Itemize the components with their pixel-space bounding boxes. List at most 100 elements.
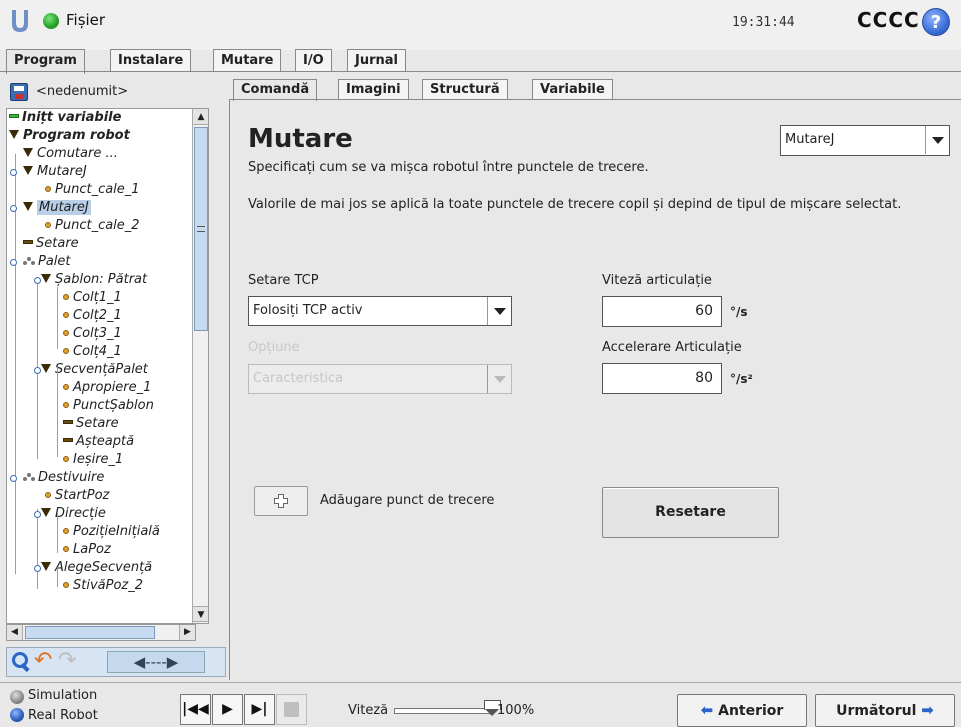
tree-node-21[interactable]: StartPoz bbox=[45, 487, 109, 505]
tree-node-6[interactable]: Punct_cale_2 bbox=[45, 217, 140, 235]
expand-toggle-icon[interactable] bbox=[34, 367, 41, 374]
tree-node-0[interactable]: Inițt variabile bbox=[9, 109, 121, 127]
tab-command[interactable]: Comandă bbox=[233, 79, 318, 101]
chevron-down-icon bbox=[487, 365, 511, 393]
tree-node-label: LaPoz bbox=[73, 542, 111, 557]
scroll-thumb-horizontal[interactable] bbox=[25, 626, 155, 639]
motion-type-select[interactable]: MutareJ bbox=[780, 125, 950, 156]
chevron-down-icon bbox=[925, 126, 949, 154]
tree-node-7[interactable]: Setare bbox=[23, 235, 79, 253]
step-button[interactable]: ▶| bbox=[244, 694, 275, 725]
option-select: Caracteristica bbox=[248, 364, 512, 394]
tree-node-12[interactable]: Colț3_1 bbox=[63, 325, 122, 343]
tree-node-label: StivăPoz_2 bbox=[73, 578, 144, 593]
pallet-icon bbox=[23, 256, 35, 266]
real-robot-label[interactable]: Real Robot bbox=[28, 708, 98, 723]
rewind-button[interactable]: |◀◀ bbox=[180, 694, 211, 725]
tab-graphics[interactable]: Imagini bbox=[338, 79, 409, 100]
expand-toggle-icon[interactable] bbox=[10, 169, 17, 176]
chevron-down-icon bbox=[487, 297, 511, 325]
tree-connector bbox=[57, 567, 58, 587]
add-waypoint-label: Adăugare punct de trecere bbox=[320, 493, 495, 508]
waypoint-icon bbox=[45, 186, 51, 192]
tree-node-16[interactable]: PunctȘablon bbox=[63, 397, 154, 415]
tcp-value: Folosiți TCP activ bbox=[253, 303, 363, 318]
undo-icon[interactable]: ↶ bbox=[34, 650, 56, 673]
expand-toggle-icon[interactable] bbox=[10, 259, 17, 266]
expand-toggle-icon[interactable] bbox=[10, 205, 17, 212]
tree-node-label: PozițieInițială bbox=[73, 524, 160, 539]
tree-node-label: Palet bbox=[38, 254, 71, 269]
tree-node-label: Destivuire bbox=[38, 470, 105, 485]
option-label: Opțiune bbox=[248, 340, 300, 355]
tree-node-5[interactable]: MutareJ bbox=[23, 199, 91, 217]
scroll-down-icon[interactable]: ▼ bbox=[193, 606, 208, 622]
tab-io[interactable]: I/O bbox=[295, 49, 332, 72]
tree-node-13[interactable]: Colț4_1 bbox=[63, 343, 122, 361]
note-text: Valorile de mai jos se aplică la toate p… bbox=[248, 197, 902, 212]
tree-node-24[interactable]: LaPoz bbox=[63, 541, 111, 559]
tab-installation[interactable]: Instalare bbox=[110, 49, 192, 72]
expand-toggle-icon[interactable] bbox=[34, 277, 41, 284]
folder-triangle-icon bbox=[23, 166, 33, 175]
waypoint-icon bbox=[63, 456, 69, 462]
tree-node-22[interactable]: Direcție bbox=[41, 505, 106, 523]
real-robot-radio-icon[interactable] bbox=[10, 708, 24, 722]
tcp-select[interactable]: Folosiți TCP activ bbox=[248, 296, 512, 326]
tree-horizontal-scrollbar[interactable]: ◀ ▶ bbox=[6, 624, 196, 641]
simulation-radio-icon[interactable] bbox=[10, 690, 24, 704]
speed-slider[interactable] bbox=[394, 708, 492, 714]
tree-node-23[interactable]: PozițieInițială bbox=[63, 523, 160, 541]
expand-toggle-icon[interactable] bbox=[10, 475, 17, 482]
previous-button[interactable]: ⬅ Anterior bbox=[677, 694, 807, 727]
tree-node-8[interactable]: Palet bbox=[23, 253, 71, 271]
stop-button[interactable] bbox=[276, 694, 307, 725]
tree-node-19[interactable]: Ieșire_1 bbox=[63, 451, 123, 469]
speed-value: 100% bbox=[497, 703, 535, 718]
add-waypoint-button[interactable] bbox=[254, 486, 308, 516]
tree-node-17[interactable]: Setare bbox=[63, 415, 119, 433]
file-menu[interactable]: Fișier bbox=[66, 11, 105, 29]
tree-node-26[interactable]: StivăPoz_2 bbox=[63, 577, 143, 595]
scroll-thumb[interactable] bbox=[194, 127, 208, 331]
next-button[interactable]: Următorul ➡ bbox=[815, 694, 955, 727]
tree-node-4[interactable]: Punct_cale_1 bbox=[45, 181, 140, 199]
simulation-label[interactable]: Simulation bbox=[28, 688, 97, 703]
tree-node-1[interactable]: Program robot bbox=[9, 127, 130, 145]
move-node-button[interactable]: ◀----▶ bbox=[107, 651, 205, 673]
joint-speed-input[interactable]: 60 bbox=[602, 296, 722, 327]
command-bar-icon bbox=[63, 420, 73, 424]
tab-move[interactable]: Mutare bbox=[213, 49, 282, 72]
expand-toggle-icon[interactable] bbox=[34, 511, 41, 518]
tree-node-20[interactable]: Destivuire bbox=[23, 469, 104, 487]
tree-vertical-scrollbar[interactable]: ▲ ▼ bbox=[192, 109, 208, 623]
expand-toggle-icon[interactable] bbox=[34, 565, 41, 572]
program-tree[interactable]: Inițt variabile Program robot Comutare ...… bbox=[6, 108, 209, 624]
tab-log[interactable]: Jurnal bbox=[347, 49, 406, 72]
joint-accel-input[interactable]: 80 bbox=[602, 363, 722, 394]
tree-toolbar: ↶ ↷ ◀----▶ bbox=[6, 647, 226, 677]
robot-status-icon[interactable] bbox=[43, 13, 59, 29]
save-icon[interactable] bbox=[10, 83, 28, 101]
tcp-label: Setare TCP bbox=[248, 273, 319, 288]
tab-structure[interactable]: Structură bbox=[422, 79, 508, 100]
tree-node-label: Comutare ... bbox=[37, 146, 118, 161]
tree-node-11[interactable]: Colț2_1 bbox=[63, 307, 122, 325]
waypoint-icon bbox=[63, 384, 69, 390]
tree-node-2[interactable]: Comutare ... bbox=[23, 145, 118, 163]
scroll-up-icon[interactable]: ▲ bbox=[193, 109, 208, 125]
play-button[interactable]: ▶ bbox=[212, 694, 243, 725]
tree-node-label: Setare bbox=[76, 416, 119, 431]
redo-icon[interactable]: ↷ bbox=[58, 650, 80, 673]
reset-button[interactable]: Resetare bbox=[602, 487, 779, 538]
tab-variables[interactable]: Variabile bbox=[532, 79, 613, 100]
tree-node-18[interactable]: Așteaptă bbox=[63, 433, 134, 451]
help-icon[interactable]: ? bbox=[922, 8, 950, 36]
tree-node-10[interactable]: Colț1_1 bbox=[63, 289, 122, 307]
search-icon[interactable] bbox=[10, 651, 32, 673]
tree-node-15[interactable]: Apropiere_1 bbox=[63, 379, 151, 397]
scroll-right-icon[interactable]: ▶ bbox=[179, 625, 195, 640]
scroll-left-icon[interactable]: ◀ bbox=[7, 625, 23, 640]
tree-node-3[interactable]: MutareJ bbox=[23, 163, 87, 181]
tabs-divider bbox=[0, 71, 961, 72]
